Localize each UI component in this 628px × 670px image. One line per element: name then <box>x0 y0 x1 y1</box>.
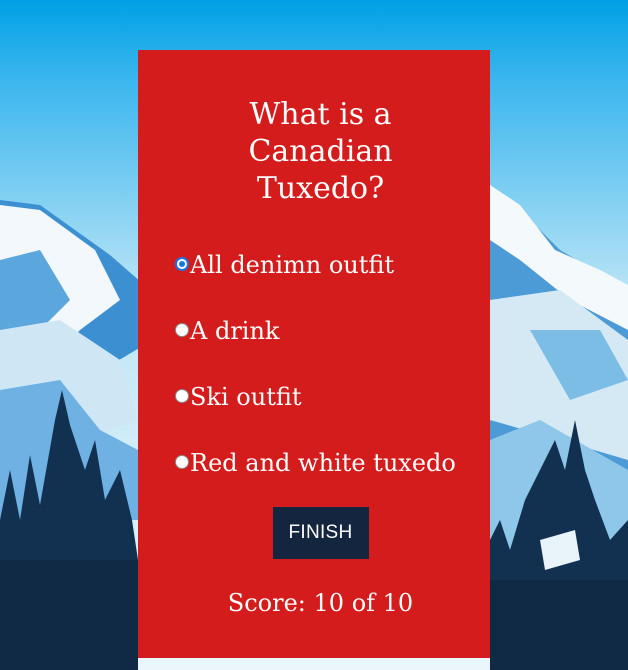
option-label: Red and white tuxedo <box>190 449 456 477</box>
option-a-drink[interactable]: A drink <box>175 317 466 346</box>
option-all-denim-outfit[interactable]: All denimn outfit <box>175 251 466 280</box>
radio-button[interactable] <box>175 389 189 403</box>
radio-button[interactable] <box>175 323 189 337</box>
option-label: All denimn outfit <box>190 251 395 279</box>
option-label: A drink <box>190 317 280 345</box>
option-ski-outfit[interactable]: Ski outfit <box>175 383 466 412</box>
radio-button-selected[interactable] <box>175 257 189 271</box>
answer-options: All denimn outfit A drink Ski outfit Red… <box>175 251 466 478</box>
option-red-and-white-tuxedo[interactable]: Red and white tuxedo <box>175 449 466 478</box>
question-text: What is a Canadian Tuxedo? <box>248 97 393 206</box>
finish-button[interactable]: FINISH <box>272 507 369 559</box>
radio-button[interactable] <box>175 455 189 469</box>
score-text: Score: 10 of 10 <box>227 589 414 617</box>
quiz-card: What is a Canadian Tuxedo? All denimn ou… <box>138 50 490 658</box>
option-label: Ski outfit <box>190 383 302 411</box>
